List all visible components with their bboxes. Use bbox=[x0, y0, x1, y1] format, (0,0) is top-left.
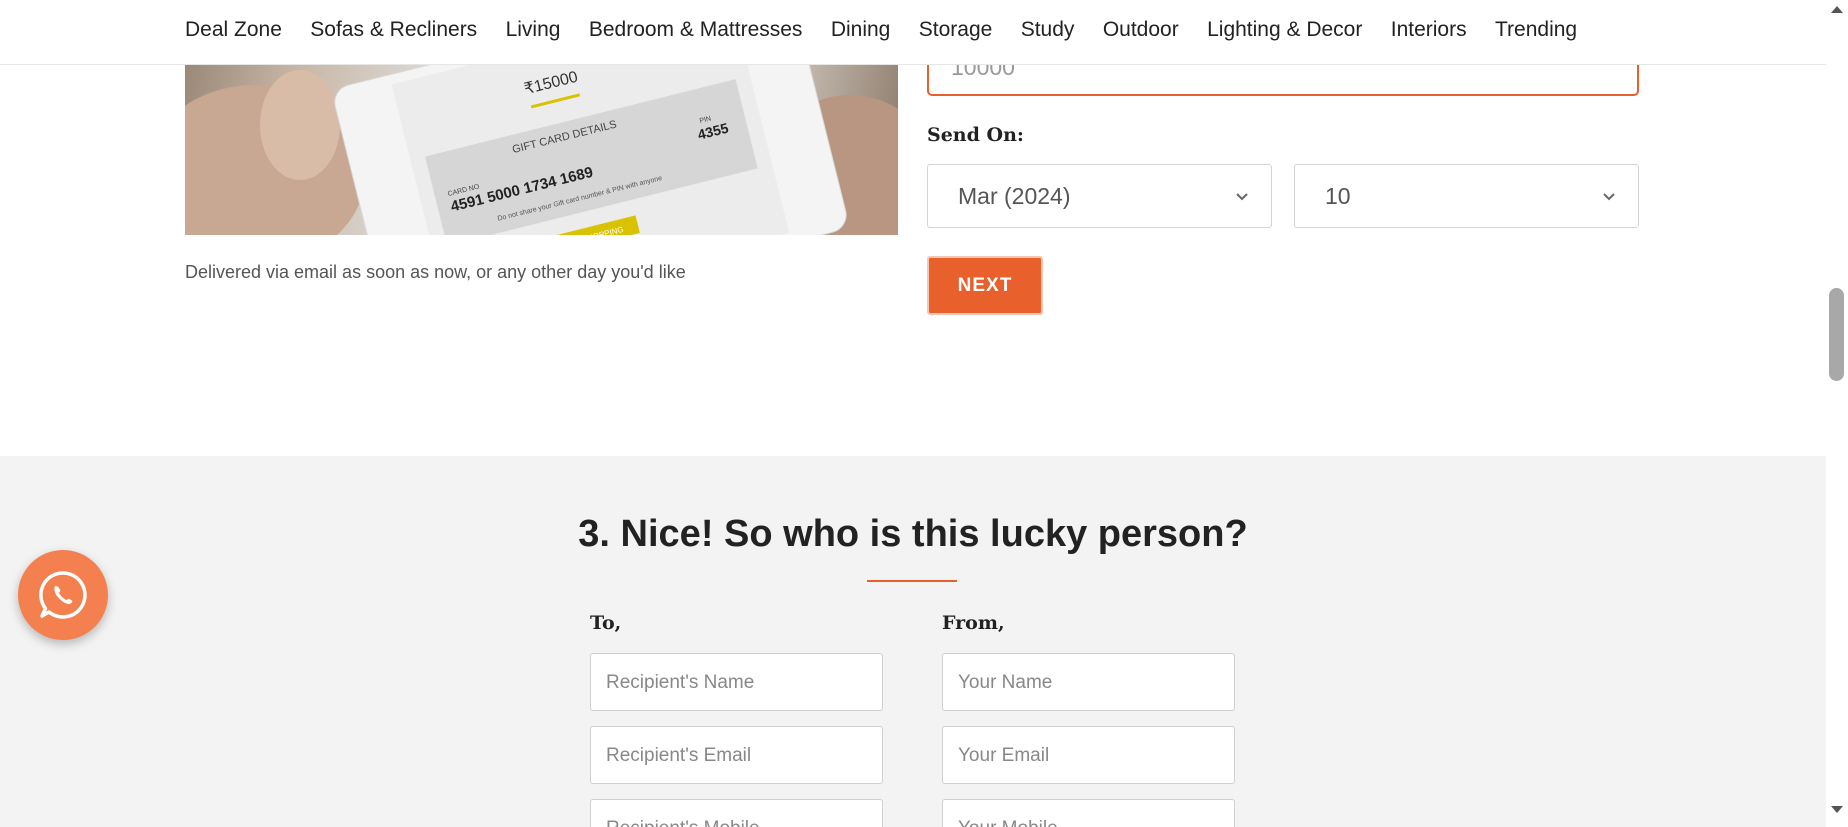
send-on-label: Send On: bbox=[927, 124, 1024, 146]
recipient-section-title: 3. Nice! So who is this lucky person? bbox=[578, 513, 1248, 555]
top-navigation: Deal Zone Sofas & Recliners Living Bedro… bbox=[0, 0, 1826, 65]
send-month-value: Mar (2024) bbox=[958, 183, 1071, 209]
nav-item-deal-zone[interactable]: Deal Zone bbox=[185, 18, 282, 42]
whatsapp-chat-button[interactable] bbox=[18, 550, 108, 640]
scroll-down-arrow[interactable] bbox=[1831, 806, 1843, 813]
chevron-down-icon bbox=[1603, 193, 1615, 201]
nav-item-sofas-recliners[interactable]: Sofas & Recliners bbox=[310, 18, 477, 42]
category-menu: Deal Zone Sofas & Recliners Living Bedro… bbox=[185, 0, 1577, 60]
recipient-mobile-input[interactable]: Recipient's Mobile bbox=[590, 799, 883, 827]
nav-item-outdoor[interactable]: Outdoor bbox=[1103, 18, 1179, 42]
delivery-note: Delivered via email as soon as now, or a… bbox=[185, 262, 686, 282]
sender-name-input[interactable]: Your Name bbox=[942, 653, 1235, 711]
nav-item-trending[interactable]: Trending bbox=[1495, 18, 1577, 42]
nav-item-living[interactable]: Living bbox=[506, 18, 561, 42]
send-day-value: 10 bbox=[1325, 183, 1351, 209]
nav-item-lighting-decor[interactable]: Lighting & Decor bbox=[1207, 18, 1362, 42]
recipient-email-input[interactable]: Recipient's Email bbox=[590, 726, 883, 784]
send-day-select[interactable]: 10 bbox=[1294, 164, 1639, 228]
gift-card-illustration: ₹15000 GIFT CARD DETAILS CARD NO 4591 50… bbox=[185, 65, 898, 235]
sender-mobile-input[interactable]: Your Mobile bbox=[942, 799, 1235, 827]
recipient-section: 3. Nice! So who is this lucky person? To… bbox=[0, 456, 1826, 827]
scrollbar-thumb[interactable] bbox=[1829, 288, 1844, 381]
nav-item-dining[interactable]: Dining bbox=[831, 18, 891, 42]
whatsapp-icon bbox=[39, 571, 87, 619]
next-button[interactable]: NEXT bbox=[927, 256, 1043, 315]
nav-item-storage[interactable]: Storage bbox=[919, 18, 993, 42]
chevron-down-icon bbox=[1236, 193, 1248, 201]
left-thumb bbox=[260, 70, 340, 180]
gift-card-form-section: ₹15000 GIFT CARD DETAILS CARD NO 4591 50… bbox=[0, 0, 1826, 456]
send-month-select[interactable]: Mar (2024) bbox=[927, 164, 1272, 228]
nav-item-interiors[interactable]: Interiors bbox=[1391, 18, 1467, 42]
to-label: To, bbox=[590, 612, 622, 634]
nav-item-bedroom-mattresses[interactable]: Bedroom & Mattresses bbox=[589, 18, 803, 42]
gift-card-image: ₹15000 GIFT CARD DETAILS CARD NO 4591 50… bbox=[185, 65, 898, 235]
page-scrollbar[interactable] bbox=[1826, 0, 1848, 827]
from-label: From, bbox=[942, 612, 1005, 634]
scroll-up-arrow[interactable] bbox=[1831, 6, 1843, 13]
sender-email-input[interactable]: Your Email bbox=[942, 726, 1235, 784]
recipient-name-input[interactable]: Recipient's Name bbox=[590, 653, 883, 711]
nav-item-study[interactable]: Study bbox=[1021, 18, 1075, 42]
title-underline bbox=[867, 580, 957, 582]
